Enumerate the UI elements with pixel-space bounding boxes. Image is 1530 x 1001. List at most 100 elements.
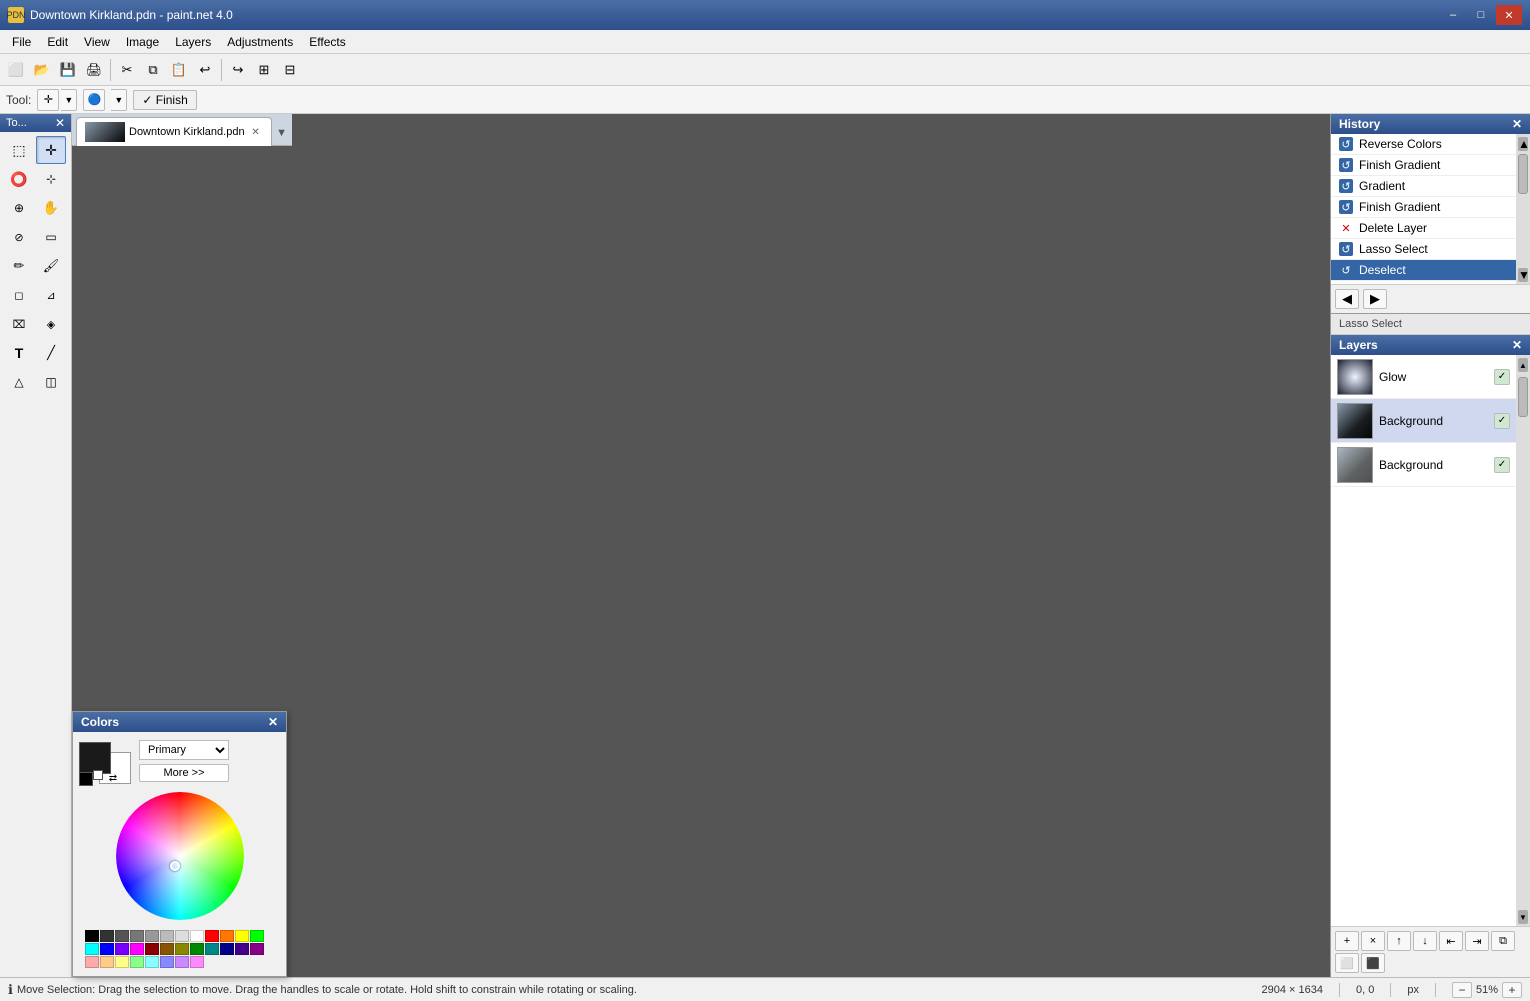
scrollbar-up-arrow[interactable]: ▲ <box>1518 137 1528 151</box>
palette-swatch[interactable] <box>250 943 264 955</box>
palette-swatch[interactable] <box>175 943 189 955</box>
canvas-tab[interactable]: Downtown Kirkland.pdn ✕ <box>76 117 272 146</box>
toolbar-open-button[interactable]: 📂 <box>30 58 54 82</box>
palette-swatch[interactable] <box>175 956 189 968</box>
toolbar-canvas-size-button[interactable]: ⊟ <box>278 58 302 82</box>
flatten-button[interactable]: ⇥ <box>1465 931 1489 951</box>
palette-swatch[interactable] <box>115 956 129 968</box>
menu-item-file[interactable]: File <box>4 33 39 51</box>
tool-recolor[interactable]: ◈ <box>36 310 66 338</box>
history-redo-button[interactable]: ▶ <box>1363 289 1387 309</box>
menu-item-layers[interactable]: Layers <box>167 33 219 51</box>
history-panel-header[interactable]: History ✕ <box>1331 114 1530 134</box>
history-item[interactable]: ↺Reverse Colors <box>1331 134 1516 155</box>
color-mode-dropdown[interactable]: Primary Secondary <box>139 740 229 760</box>
tool-pencil[interactable]: ✏ <box>4 252 34 280</box>
history-close-button[interactable]: ✕ <box>1512 117 1522 131</box>
tools-panel-close[interactable]: ✕ <box>55 116 65 130</box>
palette-swatch[interactable] <box>85 943 99 955</box>
layers-scrollbar-down[interactable]: ▼ <box>1518 910 1528 924</box>
layers-close-button[interactable]: ✕ <box>1512 338 1522 352</box>
menu-item-edit[interactable]: Edit <box>39 33 76 51</box>
tool-gradient[interactable]: ◫ <box>36 368 66 396</box>
palette-swatch[interactable] <box>145 930 159 942</box>
toolbar-new-button[interactable]: ⬜ <box>4 58 28 82</box>
toolbar-save-button[interactable]: 💾 <box>56 58 80 82</box>
toolbar-paste-button[interactable]: 📋 <box>167 58 191 82</box>
history-item[interactable]: ↺Lasso Select <box>1331 239 1516 260</box>
history-item[interactable]: ↺Deselect <box>1331 260 1516 281</box>
layer-item[interactable]: Glow✓ <box>1331 355 1516 399</box>
color-option[interactable]: 🔵 <box>83 89 105 111</box>
history-undo-button[interactable]: ◀ <box>1335 289 1359 309</box>
history-item[interactable]: ✕Delete Layer <box>1331 218 1516 239</box>
layer-item[interactable]: Background✓ <box>1331 443 1516 487</box>
toolbar-print-button[interactable]: 🖨 <box>82 58 106 82</box>
layers-scrollbar-thumb[interactable] <box>1518 377 1528 417</box>
palette-swatch[interactable] <box>235 930 249 942</box>
zoom-in-button[interactable]: + <box>1502 982 1522 998</box>
history-scrollbar[interactable]: ▲ ▼ <box>1516 134 1530 284</box>
palette-swatch[interactable] <box>250 930 264 942</box>
palette-swatch[interactable] <box>160 956 174 968</box>
palette-swatch[interactable] <box>100 943 114 955</box>
move-layer-up-button[interactable]: ↑ <box>1387 931 1411 951</box>
palette-swatch[interactable] <box>205 930 219 942</box>
tool-clone-stamp[interactable]: ⌧ <box>4 310 34 338</box>
tool-rectangle-shape[interactable]: ▭ <box>36 223 66 251</box>
reset-to-black[interactable] <box>79 772 93 786</box>
toolbar-crop-to-selection-button[interactable]: ⊞ <box>252 58 276 82</box>
move-layer-down-button[interactable]: ↓ <box>1413 931 1437 951</box>
palette-swatch[interactable] <box>85 956 99 968</box>
tool-paintbrush[interactable]: 🖌 <box>36 252 66 280</box>
layers-scrollbar-up[interactable]: ▲ <box>1518 358 1528 372</box>
tool-selector[interactable]: ✛ <box>37 89 59 111</box>
palette-swatch[interactable] <box>190 943 204 955</box>
tool-text[interactable]: T <box>4 339 34 367</box>
layer-blending-button[interactable]: ⬛ <box>1361 953 1385 973</box>
tool-rectangle-select[interactable]: ⬚ <box>4 136 34 164</box>
menu-item-view[interactable]: View <box>76 33 118 51</box>
color-wheel[interactable] <box>116 792 244 920</box>
palette-swatch[interactable] <box>100 930 114 942</box>
palette-swatch[interactable] <box>205 943 219 955</box>
menu-item-image[interactable]: Image <box>118 33 167 51</box>
tool-hand[interactable]: ✋ <box>36 194 66 222</box>
tool-shapes-custom[interactable]: △ <box>4 368 34 396</box>
menu-item-adjustments[interactable]: Adjustments <box>219 33 301 51</box>
tool-selector-dropdown[interactable]: ▼ <box>61 89 77 111</box>
toolbar-copy-button[interactable]: ⧉ <box>141 58 165 82</box>
palette-swatch[interactable] <box>115 943 129 955</box>
colors-panel-header[interactable]: Colors ✕ <box>73 712 286 732</box>
tool-line[interactable]: ╱ <box>36 339 66 367</box>
tool-magic-wand[interactable]: ⊘ <box>4 223 34 251</box>
tab-scroll-arrow[interactable]: ▼ <box>272 121 292 145</box>
layer-visibility-toggle[interactable]: ✓ <box>1494 369 1510 385</box>
toolbar-undo-button[interactable]: ↩ <box>193 58 217 82</box>
tool-color-picker[interactable]: ⊿ <box>36 281 66 309</box>
palette-swatch[interactable] <box>175 930 189 942</box>
tool-move[interactable]: ✛ <box>36 136 66 164</box>
palette-swatch[interactable] <box>100 956 114 968</box>
close-button[interactable]: ✕ <box>1496 5 1522 25</box>
layer-item[interactable]: Background✓ <box>1331 399 1516 443</box>
palette-swatch[interactable] <box>220 930 234 942</box>
palette-swatch[interactable] <box>220 943 234 955</box>
layers-panel-header[interactable]: Layers ✕ <box>1331 335 1530 355</box>
layers-scrollbar[interactable]: ▲ ▼ <box>1516 355 1530 926</box>
palette-swatch[interactable] <box>130 943 144 955</box>
palette-swatch[interactable] <box>235 943 249 955</box>
history-item[interactable]: ↺Finish Gradient <box>1331 197 1516 218</box>
history-item[interactable]: ↺Finish Gradient <box>1331 155 1516 176</box>
duplicate-layer-button[interactable]: ⧉ <box>1491 931 1515 951</box>
tool-lasso[interactable]: ⭕ <box>4 165 34 193</box>
palette-swatch[interactable] <box>145 943 159 955</box>
colors-close-button[interactable]: ✕ <box>268 715 278 729</box>
swap-arrows[interactable]: ⇄ <box>107 772 119 784</box>
finish-button[interactable]: ✓ Finish <box>133 90 196 110</box>
zoom-out-button[interactable]: − <box>1452 982 1472 998</box>
merge-layers-button[interactable]: ⇤ <box>1439 931 1463 951</box>
palette-swatch[interactable] <box>145 956 159 968</box>
history-item[interactable]: ↺Gradient <box>1331 176 1516 197</box>
tool-move-selection[interactable]: ⊹ <box>36 165 66 193</box>
